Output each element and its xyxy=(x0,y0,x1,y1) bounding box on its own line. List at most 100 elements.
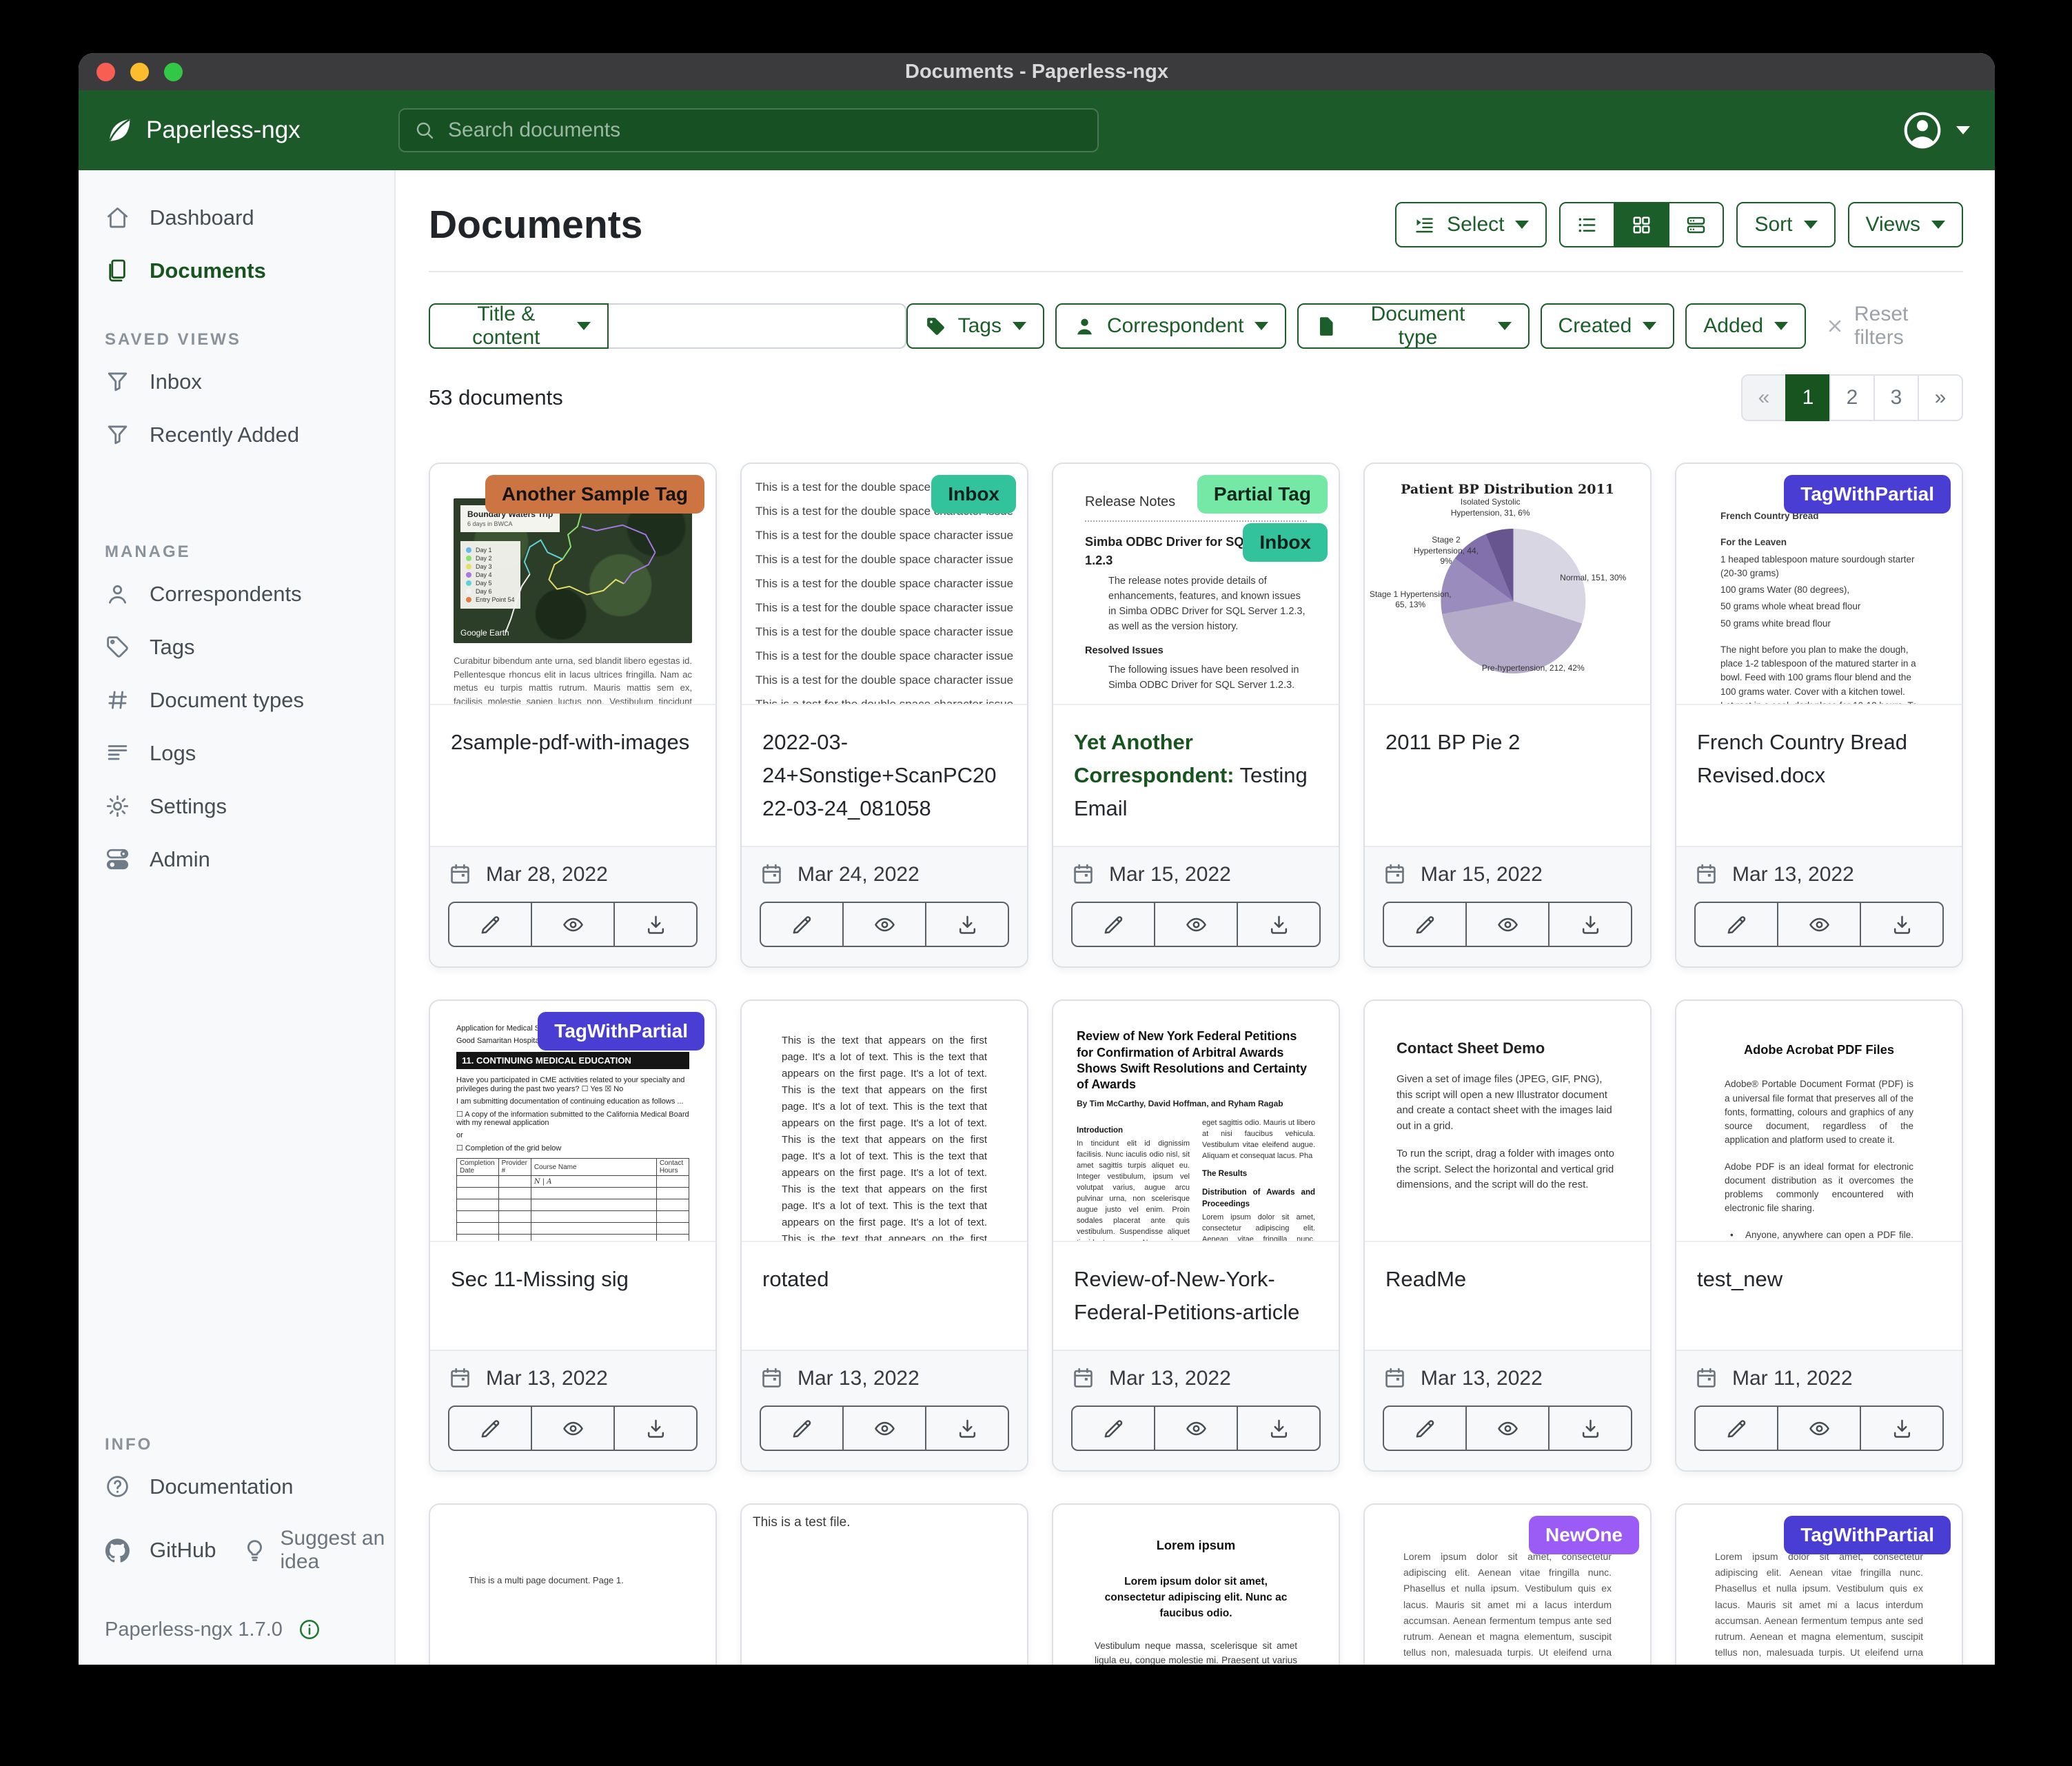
filter-correspondent-button[interactable]: Correspondent xyxy=(1055,303,1286,349)
edit-button[interactable] xyxy=(1071,902,1155,947)
document-title[interactable]: 2sample-pdf-with-images xyxy=(430,704,715,811)
page-1[interactable]: 1 xyxy=(1785,374,1831,421)
view-button[interactable] xyxy=(842,902,926,947)
document-title[interactable]: Sec 11-Missing sig xyxy=(430,1241,715,1348)
tag-badge[interactable]: TagWithPartial xyxy=(1784,1516,1951,1554)
tag-badge[interactable]: Another Sample Tag xyxy=(485,475,704,514)
document-thumbnail[interactable]: Patient BP Distribution 2011Normal, 151,… xyxy=(1365,464,1650,704)
sidebar-item-settings[interactable]: Settings xyxy=(79,780,394,833)
edit-button[interactable] xyxy=(1694,902,1778,947)
tag-badge[interactable]: TagWithPartial xyxy=(538,1012,704,1051)
sidebar-item-documentation[interactable]: Documentation xyxy=(79,1460,394,1513)
view-mode-detail-button[interactable] xyxy=(1668,202,1724,247)
edit-button[interactable] xyxy=(1383,1405,1467,1451)
document-title[interactable]: French Country Bread Revised.docx xyxy=(1676,704,1962,813)
sidebar-item-suggest-idea[interactable]: Suggest an idea xyxy=(216,1513,394,1587)
views-button[interactable]: Views xyxy=(1848,202,1963,247)
document-title[interactable]: 2022-03-24+Sonstige+ScanPC2022-03-24_081… xyxy=(742,704,1027,846)
tag-badge[interactable]: Partial Tag xyxy=(1197,475,1328,514)
view-button[interactable] xyxy=(1465,902,1550,947)
view-button[interactable] xyxy=(842,1405,926,1451)
download-button[interactable] xyxy=(1237,902,1321,947)
document-thumbnail[interactable]: Lorem ipsumLorem ipsum dolor sit amet, c… xyxy=(1053,1505,1339,1665)
sidebar-item-tags[interactable]: Tags xyxy=(79,620,394,673)
filter-text-input[interactable] xyxy=(609,303,906,349)
edit-button[interactable] xyxy=(1694,1405,1778,1451)
close-button[interactable] xyxy=(97,63,115,81)
page-»[interactable]: » xyxy=(1918,374,1963,421)
download-button[interactable] xyxy=(925,902,1009,947)
sidebar-item-dashboard[interactable]: Dashboard xyxy=(79,191,394,244)
view-mode-grid-button[interactable] xyxy=(1614,202,1669,247)
download-button[interactable] xyxy=(1860,902,1944,947)
select-button[interactable]: Select xyxy=(1395,202,1547,247)
edit-button[interactable] xyxy=(1071,1405,1155,1451)
view-mode-list-button[interactable] xyxy=(1559,202,1615,247)
document-thumbnail[interactable]: Review of New York Federal Petitions for… xyxy=(1053,1001,1339,1241)
document-thumbnail[interactable]: French Country BreadFor the Leaven1 heap… xyxy=(1676,464,1962,704)
sidebar-item-inbox[interactable]: Inbox xyxy=(79,355,394,408)
page-3[interactable]: 3 xyxy=(1873,374,1919,421)
download-button[interactable] xyxy=(1548,1405,1632,1451)
document-thumbnail[interactable]: This is a multi page document. Page 1. xyxy=(430,1505,715,1665)
tag-badge[interactable]: TagWithPartial xyxy=(1784,475,1951,514)
view-button[interactable] xyxy=(1777,1405,1861,1451)
user-menu[interactable] xyxy=(1901,109,1970,152)
document-thumbnail[interactable]: Lorem ipsum dolor sit amet, consectetur … xyxy=(1676,1505,1962,1665)
download-button[interactable] xyxy=(1860,1405,1944,1451)
document-title[interactable]: ReadMe xyxy=(1365,1241,1650,1348)
document-title[interactable]: Yet Another Correspondent: Testing Email xyxy=(1053,704,1339,846)
view-button[interactable] xyxy=(531,1405,615,1451)
filter-document-type-button[interactable]: Document type xyxy=(1297,303,1529,349)
page-«[interactable]: « xyxy=(1741,374,1787,421)
download-button[interactable] xyxy=(925,1405,1009,1451)
document-thumbnail[interactable]: This is a test for the double space char… xyxy=(742,464,1027,704)
minimize-button[interactable] xyxy=(130,63,149,81)
edit-button[interactable] xyxy=(448,1405,532,1451)
page-2[interactable]: 2 xyxy=(1829,374,1875,421)
sidebar-item-correspondents[interactable]: Correspondents xyxy=(79,567,394,620)
download-button[interactable] xyxy=(1237,1405,1321,1451)
app-brand[interactable]: Paperless-ngx xyxy=(103,114,398,146)
sort-button[interactable]: Sort xyxy=(1736,202,1835,247)
reset-filters-button[interactable]: Reset filters xyxy=(1825,303,1963,349)
sidebar-item-documents[interactable]: Documents xyxy=(79,244,394,297)
sidebar-item-admin[interactable]: Admin xyxy=(79,833,394,886)
document-title[interactable]: Review-of-New-York-Federal-Petitions-art… xyxy=(1053,1241,1339,1350)
sidebar-item-document-types[interactable]: Document types xyxy=(79,673,394,727)
sidebar-item-logs[interactable]: Logs xyxy=(79,727,394,780)
document-thumbnail[interactable]: Contact Sheet DemoGiven a set of image f… xyxy=(1365,1001,1650,1241)
sidebar-item-github[interactable]: GitHub xyxy=(79,1524,216,1577)
view-button[interactable] xyxy=(531,902,615,947)
document-thumbnail[interactable]: This is a test file. xyxy=(742,1505,1027,1665)
edit-button[interactable] xyxy=(760,1405,844,1451)
document-thumbnail[interactable]: Lorem ipsum dolor sit amet, consectetur … xyxy=(1365,1505,1650,1665)
edit-button[interactable] xyxy=(448,902,532,947)
sidebar-item-recently-added[interactable]: Recently Added xyxy=(79,408,394,461)
document-title[interactable]: rotated xyxy=(742,1241,1027,1348)
view-button[interactable] xyxy=(1154,902,1238,947)
view-button[interactable] xyxy=(1777,902,1861,947)
document-thumbnail[interactable]: Application for Medical Staff MembersGoo… xyxy=(430,1001,715,1241)
document-thumbnail[interactable]: Boundary Waters Trip6 days in BWCADay 1D… xyxy=(430,464,715,704)
edit-button[interactable] xyxy=(1383,902,1467,947)
document-thumbnail[interactable]: Adobe Acrobat PDF FilesAdobe® Portable D… xyxy=(1676,1001,1962,1241)
document-title[interactable]: test_new xyxy=(1676,1241,1962,1348)
download-button[interactable] xyxy=(1548,902,1632,947)
view-button[interactable] xyxy=(1154,1405,1238,1451)
document-thumbnail[interactable]: This is the text that appears on the fir… xyxy=(742,1001,1027,1241)
filter-added-button[interactable]: Added xyxy=(1685,303,1806,349)
view-button[interactable] xyxy=(1465,1405,1550,1451)
filter-field-dropdown[interactable]: Title & content xyxy=(429,303,609,349)
document-thumbnail[interactable]: Release NotesSimba ODBC Driver for SQL S… xyxy=(1053,464,1339,704)
tag-badge[interactable]: Inbox xyxy=(931,475,1016,514)
filter-created-button[interactable]: Created xyxy=(1541,303,1675,349)
tag-badge[interactable]: Inbox xyxy=(1243,523,1328,562)
download-button[interactable] xyxy=(613,902,698,947)
filter-tags-button[interactable]: Tags xyxy=(906,303,1044,349)
tag-badge[interactable]: NewOne xyxy=(1529,1516,1639,1554)
search-input[interactable] xyxy=(447,118,1084,143)
document-title[interactable]: 2011 BP Pie 2 xyxy=(1365,704,1650,811)
download-button[interactable] xyxy=(613,1405,698,1451)
zoom-button[interactable] xyxy=(164,63,183,81)
